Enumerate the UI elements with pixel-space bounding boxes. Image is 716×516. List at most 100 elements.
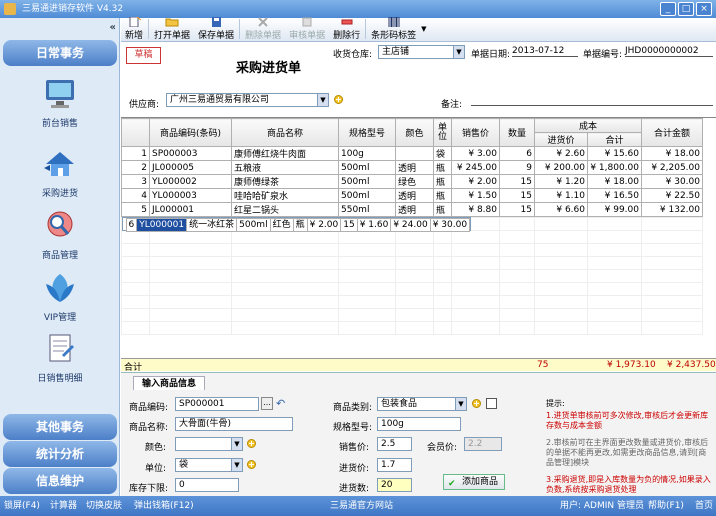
table-cell[interactable]: 550ml [338, 202, 396, 217]
table-cell[interactable]: 哇哈哈矿泉水 [231, 188, 339, 203]
table-cell[interactable]: ¥ 1.10 [534, 188, 588, 203]
table-cell[interactable]: ¥ 18.00 [641, 146, 703, 161]
cost-input[interactable]: 1.7 [377, 458, 412, 472]
warehouse-select[interactable]: 主店铺 ▼ [378, 45, 465, 59]
delete-row-button[interactable]: 删除行 [329, 17, 364, 41]
table-cell[interactable]: ¥ 6.60 [534, 202, 588, 217]
section-stats[interactable]: 统计分析 [3, 441, 117, 467]
home-link[interactable]: 首页 [695, 496, 713, 516]
minimize-button[interactable]: _ [660, 2, 676, 16]
table-cell[interactable]: YL000002 [149, 174, 232, 189]
color-select[interactable]: ▼ [175, 437, 243, 451]
table-cell[interactable]: ¥ 16.50 [587, 188, 642, 203]
table-cell[interactable]: ¥ 1.20 [534, 174, 588, 189]
sidebar-item-purchase[interactable]: 采购进货 [0, 146, 120, 199]
table-cell[interactable]: ¥ 245.00 [451, 160, 500, 175]
table-cell[interactable]: 500ml [338, 160, 396, 175]
table-cell[interactable]: 500ml [236, 218, 271, 232]
sidebar-item-daily-sales[interactable]: 日销售明细 [0, 331, 120, 384]
table-cell[interactable]: YL000001 [136, 218, 188, 232]
save-button[interactable]: 保存单据 [194, 17, 238, 41]
calculator-link[interactable]: 计算器 [50, 496, 77, 516]
table-cell[interactable]: JL000005 [149, 160, 232, 175]
add-unit-icon[interactable]: + [247, 460, 256, 469]
tab-input-goods[interactable]: 输入商品信息 [133, 376, 206, 390]
table-cell[interactable]: ¥ 1,800.00 [587, 160, 642, 175]
table-cell[interactable]: ¥ 30.00 [641, 174, 703, 189]
table-cell[interactable]: ¥ 200.00 [534, 160, 588, 175]
section-daily[interactable]: 日常事务 [3, 40, 117, 66]
table-cell[interactable]: 五粮液 [231, 160, 339, 175]
lock-screen-link[interactable]: 锁屏(F4) [4, 496, 40, 516]
collapse-icon[interactable]: « [110, 22, 116, 33]
table-row[interactable]: 6 YL000001 统一冰红茶 500ml 红色瓶 ¥ 2.00 15 ¥ 1.60 ¥ 24… [121, 217, 472, 232]
section-other[interactable]: 其他事务 [3, 414, 117, 440]
table-cell[interactable]: 500ml [338, 188, 396, 203]
table-cell[interactable]: ¥ 2.00 [451, 174, 500, 189]
new-button[interactable]: 新增 [121, 17, 147, 41]
category-checkbox[interactable] [486, 398, 497, 409]
table-cell[interactable]: 袋 [433, 146, 452, 161]
table-cell[interactable]: 6 [499, 146, 535, 161]
table-cell[interactable]: ¥ 2,205.00 [641, 160, 703, 175]
table-cell[interactable]: 15 [499, 188, 535, 203]
table-cell[interactable]: 15 [499, 202, 535, 217]
add-goods-button[interactable]: ✔ 添加商品 [443, 474, 506, 490]
code-input[interactable]: SP000001 [175, 397, 259, 411]
table-cell[interactable]: ¥ 8.80 [451, 202, 500, 217]
member-price-input[interactable]: 2.2 [464, 437, 502, 451]
doc-no-field[interactable]: JHD0000000002 [625, 45, 713, 57]
help-link[interactable]: 帮助(F1) [648, 496, 684, 516]
maximize-button[interactable]: □ [678, 2, 694, 16]
table-cell[interactable]: 透明 [395, 188, 434, 203]
date-field[interactable]: 2013-07-12 [512, 45, 578, 57]
table-cell[interactable]: 瓶 [433, 174, 452, 189]
sidebar-item-goods[interactable]: 商品管理 [0, 208, 120, 261]
table-cell[interactable]: SP000003 [149, 146, 232, 161]
table-cell[interactable]: ¥ 30.00 [429, 218, 471, 232]
table-cell[interactable]: YL000003 [149, 188, 232, 203]
stock-input[interactable]: 0 [175, 478, 239, 492]
more-icon[interactable]: … [261, 397, 273, 410]
switch-skin-link[interactable]: 切换皮肤 [86, 496, 122, 516]
remark-field[interactable] [471, 94, 713, 106]
cash-drawer-link[interactable]: 弹出钱箱(F12) [134, 496, 194, 516]
table-cell[interactable]: 瓶 [433, 188, 452, 203]
qty-input[interactable]: 20 [377, 478, 412, 492]
table-cell[interactable]: 透明 [395, 202, 434, 217]
refresh-icon[interactable]: ↶ [276, 397, 285, 410]
sidebar-item-vip[interactable]: VIP管理 [0, 270, 120, 323]
table-cell[interactable]: 透明 [395, 160, 434, 175]
add-color-icon[interactable]: + [247, 439, 256, 448]
barcode-label-button[interactable]: 条形码标签 [367, 17, 420, 41]
table-cell[interactable]: ¥ 132.00 [641, 202, 703, 217]
table-cell[interactable]: ¥ 18.00 [587, 174, 642, 189]
chevron-down-icon[interactable]: ▼ [421, 25, 426, 33]
price-input[interactable]: 2.5 [377, 437, 412, 451]
add-supplier-icon[interactable]: + [334, 95, 343, 104]
delete-doc-button[interactable]: 删除单据 [241, 17, 285, 41]
sidebar-item-pos[interactable]: 前台销售 [0, 76, 120, 129]
official-site-link[interactable]: 三易通官方网站 [330, 496, 393, 516]
open-button[interactable]: 打开单据 [150, 17, 194, 41]
table-row[interactable]: 2 JL000005 五粮液 500ml 透明瓶 ¥ 245.00 9 ¥ 200.00 ¥ 1… [121, 160, 703, 175]
name-input[interactable]: 大骨面(牛骨) [175, 417, 293, 431]
table-cell[interactable]: 500ml [338, 174, 396, 189]
table-cell[interactable]: ¥ 1.50 [451, 188, 500, 203]
table-cell[interactable]: 15 [340, 218, 358, 232]
table-cell[interactable]: 康师傅绿茶 [231, 174, 339, 189]
table-cell[interactable] [395, 146, 434, 161]
table-cell[interactable]: JL000001 [149, 202, 232, 217]
table-cell[interactable]: ¥ 24.00 [390, 218, 431, 232]
table-row[interactable]: 5 JL000001 红星二锅头 550ml 透明瓶 ¥ 8.80 15 ¥ 6.60 ¥ 99… [121, 202, 703, 217]
close-button[interactable]: × [696, 2, 712, 16]
table-cell[interactable]: ¥ 2.60 [534, 146, 588, 161]
unit-select[interactable]: 袋 ▼ [175, 458, 243, 472]
table-cell[interactable]: 绿色 [395, 174, 434, 189]
table-cell[interactable]: ¥ 1.60 [356, 218, 392, 232]
spec-input[interactable]: 100g [377, 417, 461, 431]
table-cell[interactable]: ¥ 3.00 [451, 146, 500, 161]
table-cell[interactable]: 100g [338, 146, 396, 161]
table-row[interactable]: 3 YL000002 康师傅绿茶 500ml 绿色瓶 ¥ 2.00 15 ¥ 1.20 ¥ 18… [121, 174, 703, 189]
table-cell[interactable]: 15 [499, 174, 535, 189]
